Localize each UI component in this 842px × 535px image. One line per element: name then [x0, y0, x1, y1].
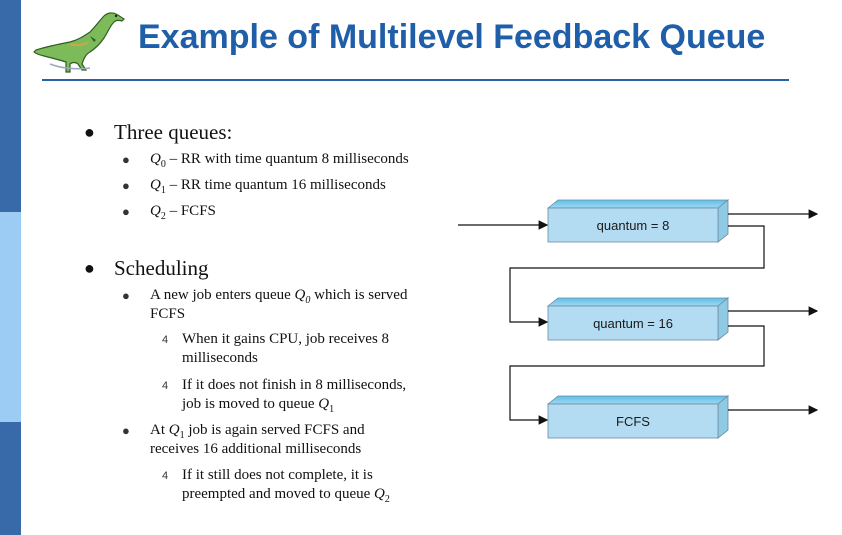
title-underline: [42, 79, 789, 81]
bullet-dot: ●: [122, 288, 130, 303]
bullet-text: Q1 – RR time quantum 16 milliseconds: [150, 177, 386, 196]
queue-box-0: quantum = 8: [546, 199, 730, 243]
sidebar-stripe: [0, 0, 21, 535]
bullet-dot: ●: [122, 152, 130, 167]
bullet-dot: ●: [122, 423, 130, 438]
bullet-text: When it gains CPU, job receives 8 millise…: [182, 331, 390, 366]
bullet-dot: ●: [84, 258, 95, 278]
queue-label-1: quantum = 16: [593, 316, 673, 331]
bullet-text: Q2 – FCFS: [150, 203, 216, 222]
queue-box-1: quantum = 16: [546, 297, 730, 341]
slide-title: Example of Multilevel Feedback Queue: [138, 18, 766, 56]
bullet-text: At Q1 job is again served FCFS and receiv…: [150, 422, 365, 457]
subbullet-marker: 4: [162, 470, 169, 482]
bullet-text: If it still does not complete, it is pree…: [182, 467, 390, 505]
bullet-dot: ●: [122, 178, 130, 193]
subbullet-marker: 4: [162, 334, 169, 346]
sidebar-middle-band: [0, 212, 21, 422]
queue-box-2: FCFS: [546, 395, 730, 439]
bullet-dot: ●: [84, 122, 95, 142]
bullet-text: Q0 – RR with time quantum 8 milliseconds: [150, 151, 409, 170]
mlfq-diagram: quantum = 8 quantum = 16 FCFS: [458, 199, 819, 439]
queue-label-0: quantum = 8: [597, 218, 670, 233]
bullet-text: Three queues:: [114, 120, 233, 144]
bullet-dot: ●: [122, 204, 130, 219]
queue-label-2: FCFS: [616, 414, 650, 429]
sidebar-top-band: [0, 0, 21, 212]
bullet-text: A new job enters queue Q0 which is serve…: [150, 287, 408, 322]
dinosaur-logo-icon: [33, 12, 126, 73]
bullet-text: If it does not finish in 8 milliseconds,…: [182, 377, 407, 415]
sidebar-bottom-band: [0, 422, 21, 535]
bullet-text: Scheduling: [114, 256, 209, 280]
subbullet-marker: 4: [162, 380, 169, 392]
